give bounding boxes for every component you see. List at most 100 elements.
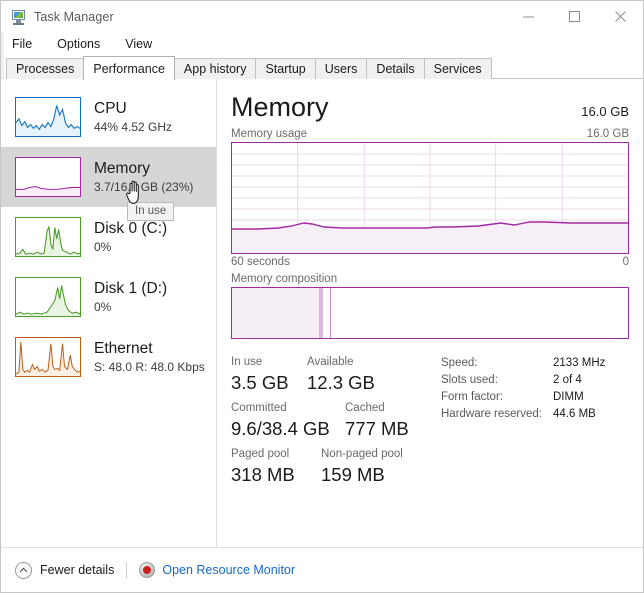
sidebar-item-disk-1-text: Disk 1 (D:) 0% [94, 279, 167, 316]
sidebar-item-disk-1-subtitle: 0% [94, 299, 112, 314]
stat-paged-pool-label: Paged pool [231, 448, 290, 460]
memory-stats-right: Speed: 2133 MHz Slots used: 2 of 4 Form … [437, 355, 629, 493]
memory-composition-bar[interactable] [231, 287, 629, 339]
task-manager-icon [10, 9, 26, 25]
open-resource-monitor-link[interactable]: Open Resource Monitor [139, 562, 295, 578]
stat-in-use-label: In use [231, 356, 263, 368]
window-title: Task Manager [34, 9, 114, 24]
stat-non-paged-pool: Non-paged pool 159 MB [321, 447, 403, 487]
stat-paged-pool-value: 318 MB [231, 464, 295, 485]
sidebar-item-memory[interactable]: Memory 3.7/16.0 GB (23%) [1, 147, 216, 207]
window-controls [505, 1, 643, 32]
stat-row-1: In use 3.5 GB Available 12.3 GB [231, 355, 437, 395]
title-bar: Task Manager [1, 1, 643, 32]
stat-form-factor: Form factor: DIMM [441, 389, 629, 405]
axis-label-right: 0 [622, 256, 629, 268]
stat-cached-value: 777 MB [345, 418, 409, 439]
sidebar-item-disk-0-subtitle: 0% [94, 239, 112, 254]
stat-committed: Committed 9.6/38.4 GB [231, 401, 345, 441]
tab-details[interactable]: Details [366, 58, 425, 79]
tab-processes[interactable]: Processes [6, 58, 85, 79]
resource-monitor-icon [139, 562, 156, 578]
stat-form-factor-key: Form factor: [441, 391, 503, 403]
tab-users[interactable]: Users [314, 58, 368, 79]
memory-usage-label: Memory usage [231, 128, 308, 140]
memory-thumbnail-graph [15, 157, 81, 197]
memory-header: Memory 16.0 GB [231, 91, 629, 123]
cpu-thumbnail-graph [15, 97, 81, 137]
fewer-details-label: Fewer details [40, 563, 115, 577]
footer-bar: Fewer details Open Resource Monitor [1, 547, 643, 592]
sidebar-item-ethernet[interactable]: Ethernet S: 48.0 R: 48.0 Kbps [1, 327, 216, 387]
maximize-icon[interactable] [551, 1, 597, 32]
sidebar-item-disk-0-title: Disk 0 (C:) [94, 219, 168, 237]
stat-paged-pool: Paged pool 318 MB [231, 447, 321, 487]
axis-label-left: 60 seconds [231, 256, 290, 268]
close-icon[interactable] [597, 1, 643, 32]
sidebar-item-memory-subtitle: 3.7/16.0 GB (23%) [94, 179, 194, 194]
stat-in-use-value: 3.5 GB [231, 372, 289, 393]
sidebar-item-memory-title: Memory [94, 159, 150, 177]
stat-in-use: In use 3.5 GB [231, 355, 307, 395]
resource-sidebar: CPU 44% 4.52 GHz Memory 3.7/16.0 GB (23%… [1, 79, 217, 547]
memory-stats: In use 3.5 GB Available 12.3 GB Committe… [231, 355, 629, 493]
open-resource-monitor-label: Open Resource Monitor [162, 563, 296, 577]
stat-speed-key: Speed: [441, 357, 478, 369]
sidebar-item-disk-0-text: Disk 0 (C:) 0% [94, 219, 167, 256]
tab-app-history[interactable]: App history [173, 58, 257, 79]
stat-speed: Speed: 2133 MHz [441, 355, 629, 371]
memory-usage-max: 16.0 GB [586, 128, 629, 140]
menu-item-view[interactable]: View [123, 35, 161, 53]
stat-committed-value: 9.6/38.4 GB [231, 418, 330, 439]
stat-row-2: Committed 9.6/38.4 GB Cached 777 MB [231, 401, 437, 441]
composition-segment-standby [323, 288, 331, 338]
ethernet-thumbnail-graph [15, 337, 81, 377]
memory-stats-left: In use 3.5 GB Available 12.3 GB Committe… [231, 355, 437, 493]
tooltip: In use [127, 202, 175, 221]
stat-cached-label: Cached [345, 402, 385, 414]
memory-usage-caption: Memory usage 16.0 GB [231, 128, 629, 140]
menu-item-options[interactable]: Options [55, 35, 109, 53]
minimize-icon[interactable] [505, 1, 551, 32]
content-area: CPU 44% 4.52 GHz Memory 3.7/16.0 GB (23%… [1, 79, 643, 547]
stat-committed-label: Committed [231, 402, 287, 414]
tab-startup[interactable]: Startup [255, 58, 316, 79]
memory-detail-panel: Memory 16.0 GB Memory usage 16.0 GB 60 s… [217, 79, 643, 547]
stat-cached: Cached 777 MB [345, 401, 409, 441]
memory-usage-plot [232, 143, 628, 253]
memory-usage-graph[interactable] [231, 142, 629, 254]
disk0-thumbnail-graph [15, 217, 81, 257]
sidebar-item-ethernet-text: Ethernet S: 48.0 R: 48.0 Kbps [94, 339, 205, 376]
stat-slots-used: Slots used: 2 of 4 [441, 372, 629, 388]
stat-hardware-reserved-key: Hardware reserved: [441, 408, 542, 420]
tab-strip: Processes Performance App history Startu… [6, 56, 643, 80]
sidebar-item-disk-1[interactable]: Disk 1 (D:) 0% [1, 267, 216, 327]
fewer-details-button[interactable]: Fewer details [15, 561, 115, 579]
stat-form-factor-value: DIMM [553, 391, 584, 403]
stat-available: Available 12.3 GB [307, 355, 375, 395]
tab-performance[interactable]: Performance [83, 56, 175, 80]
sidebar-item-cpu[interactable]: CPU 44% 4.52 GHz [1, 87, 216, 147]
memory-total: 16.0 GB [581, 104, 629, 119]
sidebar-item-memory-text: Memory 3.7/16.0 GB (23%) [94, 159, 193, 196]
sidebar-item-disk-0[interactable]: Disk 0 (C:) 0% [1, 207, 216, 267]
stat-non-paged-pool-value: 159 MB [321, 464, 385, 485]
composition-segment-in-use [232, 288, 319, 338]
chevron-up-icon [15, 561, 32, 579]
stat-hardware-reserved: Hardware reserved: 44.6 MB [441, 406, 629, 422]
memory-usage-axis: 60 seconds 0 [231, 256, 629, 268]
stat-hardware-reserved-value: 44.6 MB [553, 408, 596, 420]
tab-services[interactable]: Services [423, 58, 492, 79]
stat-row-3: Paged pool 318 MB Non-paged pool 159 MB [231, 447, 437, 487]
composition-segment-free [330, 288, 628, 338]
stat-available-value: 12.3 GB [307, 372, 375, 393]
sidebar-item-ethernet-title: Ethernet [94, 339, 153, 357]
sidebar-item-ethernet-subtitle: S: 48.0 R: 48.0 Kbps [94, 359, 205, 374]
page-title: Memory [231, 92, 329, 122]
menu-item-file[interactable]: File [10, 35, 41, 53]
stat-non-paged-pool-label: Non-paged pool [321, 448, 403, 460]
sidebar-item-cpu-text: CPU 44% 4.52 GHz [94, 99, 172, 136]
footer-divider [126, 561, 128, 579]
disk1-thumbnail-graph [15, 277, 81, 317]
sidebar-item-disk-1-title: Disk 1 (D:) [94, 279, 168, 297]
